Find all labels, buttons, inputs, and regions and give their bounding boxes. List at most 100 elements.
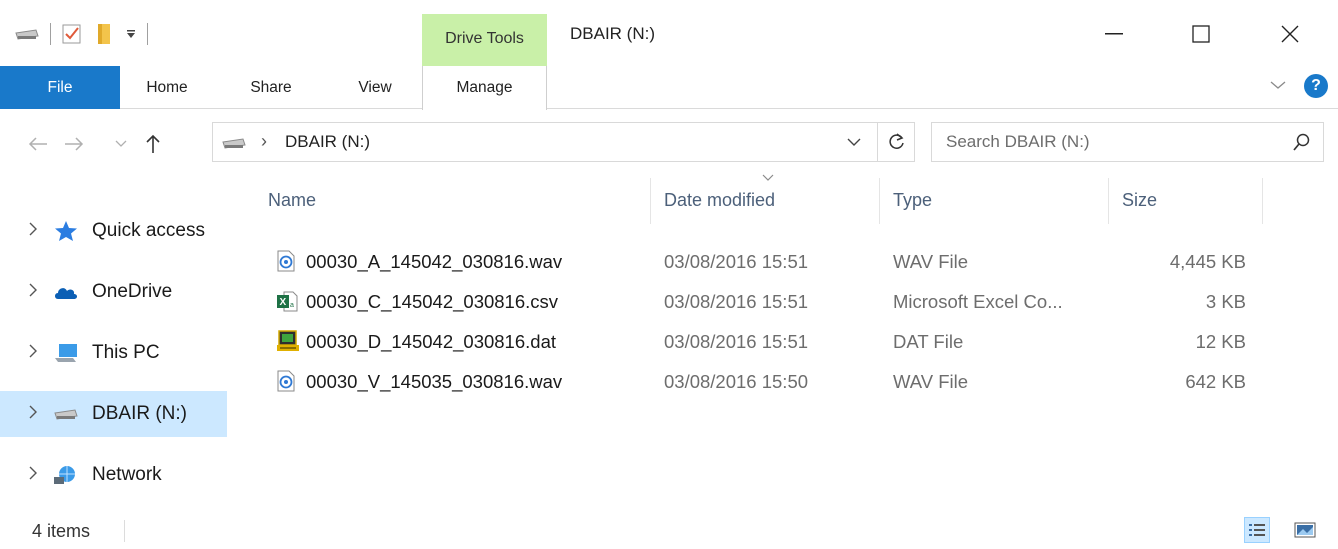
sidebar-item-label: DBAIR (N:) [92, 403, 187, 424]
breadcrumb-chevron-icon[interactable]: › [261, 131, 267, 152]
file-date: 03/08/2016 15:50 [664, 371, 809, 392]
refresh-button[interactable] [877, 123, 915, 161]
file-type: WAV File [893, 371, 969, 392]
file-name: 00030_V_145035_030816.wav [306, 371, 563, 392]
file-date: 03/08/2016 15:51 [664, 291, 809, 312]
file-type: WAV File [893, 251, 969, 272]
sidebar-item-network[interactable]: Network [0, 452, 227, 498]
search-icon[interactable] [1293, 133, 1311, 156]
column-divider[interactable] [1108, 178, 1109, 224]
audio-file-icon [276, 250, 298, 272]
close-icon [1281, 25, 1299, 43]
sidebar-item-label: This PC [92, 342, 160, 363]
up-button[interactable] [145, 132, 161, 156]
file-date: 03/08/2016 15:51 [664, 331, 809, 352]
dat-file-icon [276, 330, 299, 352]
quick-access-toolbar [14, 20, 158, 48]
large-icons-view-button[interactable] [1292, 517, 1318, 543]
svg-text:a: a [290, 302, 294, 309]
new-folder-icon[interactable] [95, 22, 113, 46]
details-view-button[interactable] [1244, 517, 1270, 543]
column-divider[interactable] [1262, 178, 1263, 224]
sort-indicator-icon [762, 172, 774, 184]
network-icon [52, 464, 80, 486]
sidebar-item-label: OneDrive [92, 281, 173, 302]
breadcrumb-item[interactable]: DBAIR (N:) [285, 132, 370, 152]
toolbar-divider [50, 23, 51, 45]
maximize-icon [1192, 25, 1210, 43]
audio-file-icon [276, 370, 298, 392]
drive-icon [221, 136, 247, 155]
expand-ribbon-icon[interactable] [1270, 77, 1286, 95]
status-divider [124, 520, 125, 542]
close-button[interactable] [1270, 16, 1310, 52]
search-input[interactable] [946, 131, 1276, 153]
up-arrow-icon [146, 134, 160, 153]
column-header-size[interactable]: Size [1122, 190, 1157, 211]
excel-file-icon: Xa [276, 290, 298, 312]
tab-file[interactable]: File [0, 66, 120, 109]
sidebar-item-label: Network [92, 464, 162, 485]
search-box[interactable] [931, 122, 1324, 162]
file-date: 03/08/2016 15:51 [664, 251, 809, 272]
drive-tools-label: Drive Tools [445, 30, 524, 47]
tab-view[interactable]: View [340, 66, 410, 109]
back-button[interactable] [28, 132, 48, 156]
tab-home[interactable]: Home [132, 66, 202, 109]
status-bar: 4 items [0, 512, 1338, 549]
forward-arrow-icon [65, 137, 84, 151]
tab-manage[interactable]: Manage [422, 66, 547, 110]
column-header-name[interactable]: Name [268, 190, 316, 211]
file-size: 3 KB [1205, 291, 1246, 312]
file-type: Microsoft Excel Co... [893, 291, 1063, 312]
expand-chevron-icon[interactable] [28, 405, 38, 424]
navigation-pane: Quick access OneDrive This PC DBAIR (N:) [0, 172, 232, 502]
file-row[interactable]: 00030_A_145042_030816.wav 03/08/2016 15:… [262, 242, 1282, 282]
expand-chevron-icon[interactable] [28, 466, 38, 485]
expand-chevron-icon[interactable] [28, 283, 38, 302]
title-bar: Drive Tools DBAIR (N:) [0, 0, 1338, 66]
drive-tools-group: Drive Tools [422, 14, 547, 66]
large-icons-view-icon [1294, 522, 1316, 538]
column-divider[interactable] [650, 178, 651, 224]
minimize-icon [1105, 33, 1123, 35]
ribbon: File Home Share View Manage ? [0, 66, 1338, 110]
sidebar-item-quick-access[interactable]: Quick access [0, 208, 227, 254]
file-size: 642 KB [1185, 371, 1246, 392]
file-row[interactable]: 00030_D_145042_030816.dat 03/08/2016 15:… [262, 322, 1282, 362]
column-divider[interactable] [879, 178, 880, 224]
address-dropdown-icon[interactable] [847, 134, 861, 152]
expand-chevron-icon[interactable] [28, 344, 38, 363]
forward-button[interactable] [64, 132, 84, 156]
chevron-down-icon [115, 140, 127, 147]
sidebar-item-dbair[interactable]: DBAIR (N:) [0, 391, 227, 437]
minimize-button[interactable] [1094, 16, 1134, 52]
tab-share[interactable]: Share [236, 66, 306, 109]
file-row[interactable]: 00030_V_145035_030816.wav 03/08/2016 15:… [262, 362, 1282, 402]
file-type: DAT File [893, 331, 964, 352]
column-header-date-modified[interactable]: Date modified [664, 190, 775, 211]
window-title: DBAIR (N:) [570, 24, 655, 43]
sidebar-item-onedrive[interactable]: OneDrive [0, 269, 227, 315]
toolbar-divider [147, 23, 148, 45]
customize-toolbar-icon[interactable] [125, 28, 137, 40]
item-count: 4 items [32, 521, 91, 541]
drive-icon [14, 27, 40, 41]
computer-icon [52, 342, 80, 364]
file-name: 00030_A_145042_030816.wav [306, 251, 563, 272]
properties-icon[interactable] [61, 23, 83, 45]
help-icon[interactable]: ? [1304, 74, 1328, 98]
file-row[interactable]: Xa 00030_C_145042_030816.csv 03/08/2016 … [262, 282, 1282, 322]
column-header-type[interactable]: Type [893, 190, 932, 211]
ribbon-controls: ? [1270, 74, 1328, 98]
sidebar-item-this-pc[interactable]: This PC [0, 330, 227, 376]
file-size: 12 KB [1195, 331, 1246, 352]
refresh-icon [888, 133, 904, 149]
drive-icon [52, 403, 80, 425]
maximize-button[interactable] [1181, 16, 1221, 52]
recent-locations-button[interactable] [115, 132, 127, 156]
expand-chevron-icon[interactable] [28, 222, 38, 241]
back-arrow-icon [28, 137, 47, 151]
address-bar[interactable]: › DBAIR (N:) [212, 122, 915, 162]
file-list: Name Date modified Type Size 00030_A_145… [232, 172, 1338, 502]
